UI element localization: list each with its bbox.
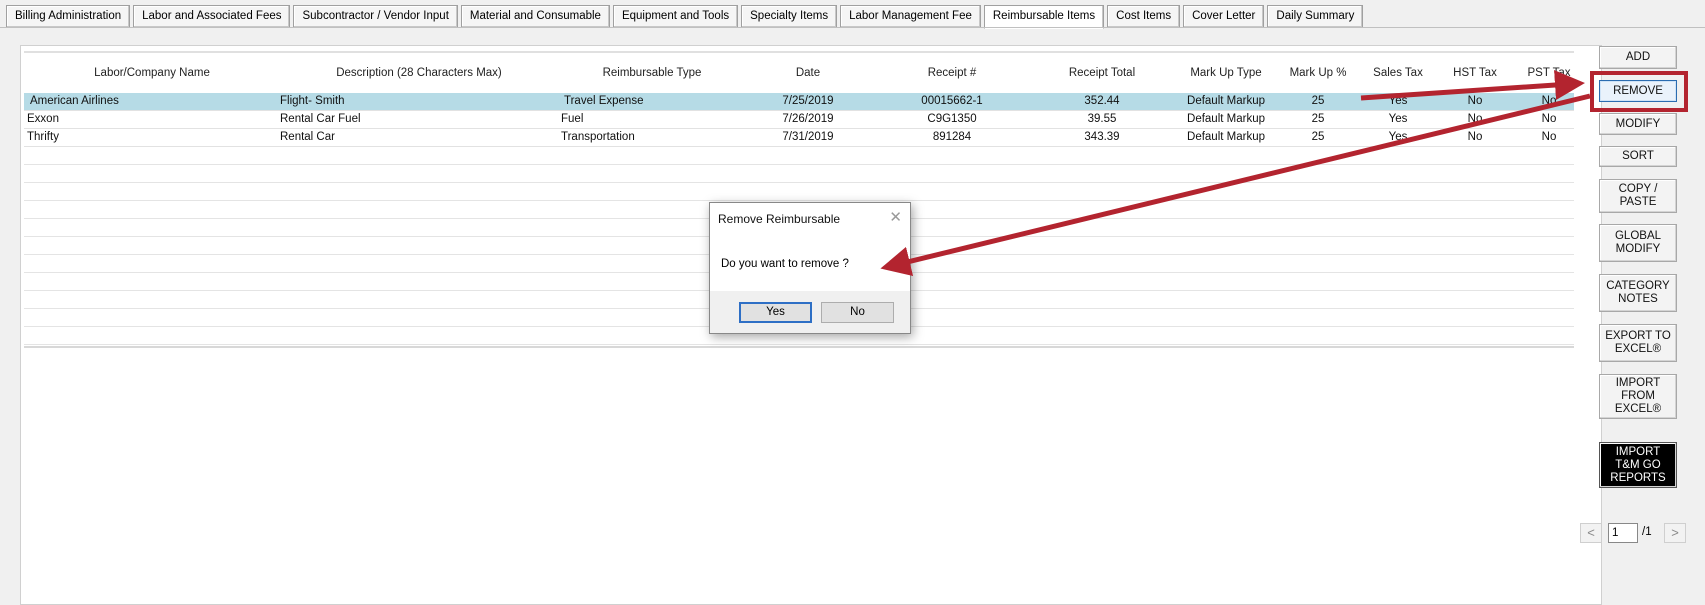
cell-receipt-total: 343.39: [1084, 131, 1120, 143]
cell-receipt-no: 00015662-1: [921, 95, 983, 107]
cell-receipt-total: 352.44: [1084, 95, 1120, 107]
modify-button[interactable]: MODIFY: [1599, 113, 1677, 135]
cell-hst-tax: No: [1467, 131, 1483, 143]
cell-pst-tax: No: [1541, 131, 1557, 143]
import-excel-button[interactable]: IMPORT FROM EXCEL®: [1599, 374, 1677, 419]
tab-labor-fees[interactable]: Labor and Associated Fees: [133, 5, 291, 28]
header-markup-type[interactable]: Mark Up Type: [1190, 67, 1261, 79]
export-excel-button[interactable]: EXPORT TO EXCEL®: [1599, 324, 1677, 362]
table-row[interactable]: American Airlines Flight- Smith Travel E…: [24, 93, 1574, 111]
tab-material[interactable]: Material and Consumable: [460, 5, 610, 28]
cell-type: Travel Expense: [564, 95, 644, 107]
dialog-footer: Yes No: [710, 291, 910, 333]
tab-billing-administration[interactable]: Billing Administration: [6, 5, 131, 28]
cell-pst-tax: No: [1541, 113, 1557, 125]
cell-receipt-no: C9G1350: [927, 113, 977, 125]
header-reimbursable-type[interactable]: Reimbursable Type: [603, 67, 702, 79]
cell-company: Exxon: [27, 113, 59, 125]
cell-type: Transportation: [561, 131, 635, 143]
yes-button[interactable]: Yes: [739, 302, 812, 323]
tab-divider: [0, 27, 1705, 28]
empty-row: [24, 183, 1574, 201]
header-labor-company[interactable]: Labor/Company Name: [94, 67, 210, 79]
header-markup-pct[interactable]: Mark Up %: [1290, 67, 1347, 79]
cell-markup-pct: 25: [1311, 113, 1325, 125]
header-pst-tax[interactable]: PST Tax: [1527, 67, 1570, 79]
cell-description: Flight- Smith: [280, 95, 345, 107]
cell-receipt-no: 891284: [932, 131, 972, 143]
header-receipt-total[interactable]: Receipt Total: [1069, 67, 1135, 79]
category-notes-button[interactable]: CATEGORY NOTES: [1599, 274, 1677, 312]
close-icon[interactable]: ✕: [889, 208, 902, 226]
cell-date: 7/25/2019: [782, 95, 834, 107]
empty-row: [24, 147, 1574, 165]
cell-markup-type: Default Markup: [1187, 95, 1265, 107]
cell-sales-tax: Yes: [1388, 131, 1408, 143]
cell-markup-type: Default Markup: [1187, 113, 1265, 125]
page-number-input[interactable]: 1: [1608, 523, 1638, 543]
table-row[interactable]: Thrifty Rental Car Transportation 7/31/2…: [24, 129, 1574, 147]
cell-receipt-total: 39.55: [1087, 113, 1117, 125]
tab-subcontractor[interactable]: Subcontractor / Vendor Input: [293, 5, 458, 28]
header-receipt-no[interactable]: Receipt #: [928, 67, 977, 79]
page-total: /1: [1642, 526, 1652, 538]
tab-equipment[interactable]: Equipment and Tools: [612, 5, 739, 28]
import-tm-go-button[interactable]: IMPORT T&M GO REPORTS: [1599, 442, 1677, 488]
empty-row: [24, 165, 1574, 183]
dialog-title: Remove Reimbursable: [718, 212, 841, 226]
tab-cost-items[interactable]: Cost Items: [1107, 5, 1181, 28]
cell-markup-pct: 25: [1311, 131, 1325, 143]
header-date[interactable]: Date: [796, 67, 820, 79]
tab-daily-summary[interactable]: Daily Summary: [1267, 5, 1364, 28]
tab-specialty[interactable]: Specialty Items: [741, 5, 838, 28]
tab-reimbursable-items[interactable]: Reimbursable Items: [983, 5, 1105, 29]
tab-cover-letter[interactable]: Cover Letter: [1183, 5, 1265, 28]
cell-sales-tax: Yes: [1388, 95, 1408, 107]
next-page-button[interactable]: >: [1664, 523, 1686, 543]
cell-hst-tax: No: [1467, 95, 1483, 107]
header-description[interactable]: Description (28 Characters Max): [336, 67, 502, 79]
header-sales-tax[interactable]: Sales Tax: [1373, 67, 1423, 79]
cell-type: Fuel: [561, 113, 584, 125]
prev-page-button[interactable]: <: [1580, 523, 1602, 543]
table-row[interactable]: Exxon Rental Car Fuel Fuel 7/26/2019 C9G…: [24, 111, 1574, 129]
cell-company: Thrifty: [27, 131, 59, 143]
add-button[interactable]: ADD: [1599, 46, 1677, 69]
cell-markup-type: Default Markup: [1187, 131, 1265, 143]
cell-company: American Airlines: [30, 95, 119, 107]
grid-header: Labor/Company Name Description (28 Chara…: [24, 53, 1574, 89]
remove-reimbursable-dialog: Remove Reimbursable ✕ Do you want to rem…: [709, 202, 911, 334]
cell-pst-tax: No: [1541, 95, 1557, 107]
global-modify-button[interactable]: GLOBAL MODIFY: [1599, 224, 1677, 262]
tab-labor-management[interactable]: Labor Management Fee: [840, 5, 981, 28]
cell-date: 7/31/2019: [782, 131, 834, 143]
copy-paste-button[interactable]: COPY / PASTE: [1599, 179, 1677, 213]
remove-highlight-annotation: [1590, 71, 1688, 112]
sort-button[interactable]: SORT: [1599, 146, 1677, 167]
dialog-message: Do you want to remove ?: [721, 258, 849, 270]
header-hst-tax[interactable]: HST Tax: [1453, 67, 1497, 79]
no-button[interactable]: No: [821, 302, 894, 323]
cell-description: Rental Car: [280, 131, 335, 143]
cell-description: Rental Car Fuel: [280, 113, 361, 125]
cell-hst-tax: No: [1467, 113, 1483, 125]
cell-sales-tax: Yes: [1388, 113, 1408, 125]
cell-markup-pct: 25: [1311, 95, 1325, 107]
tab-bar: Billing Administration Labor and Associa…: [6, 5, 1364, 29]
cell-date: 7/26/2019: [782, 113, 834, 125]
